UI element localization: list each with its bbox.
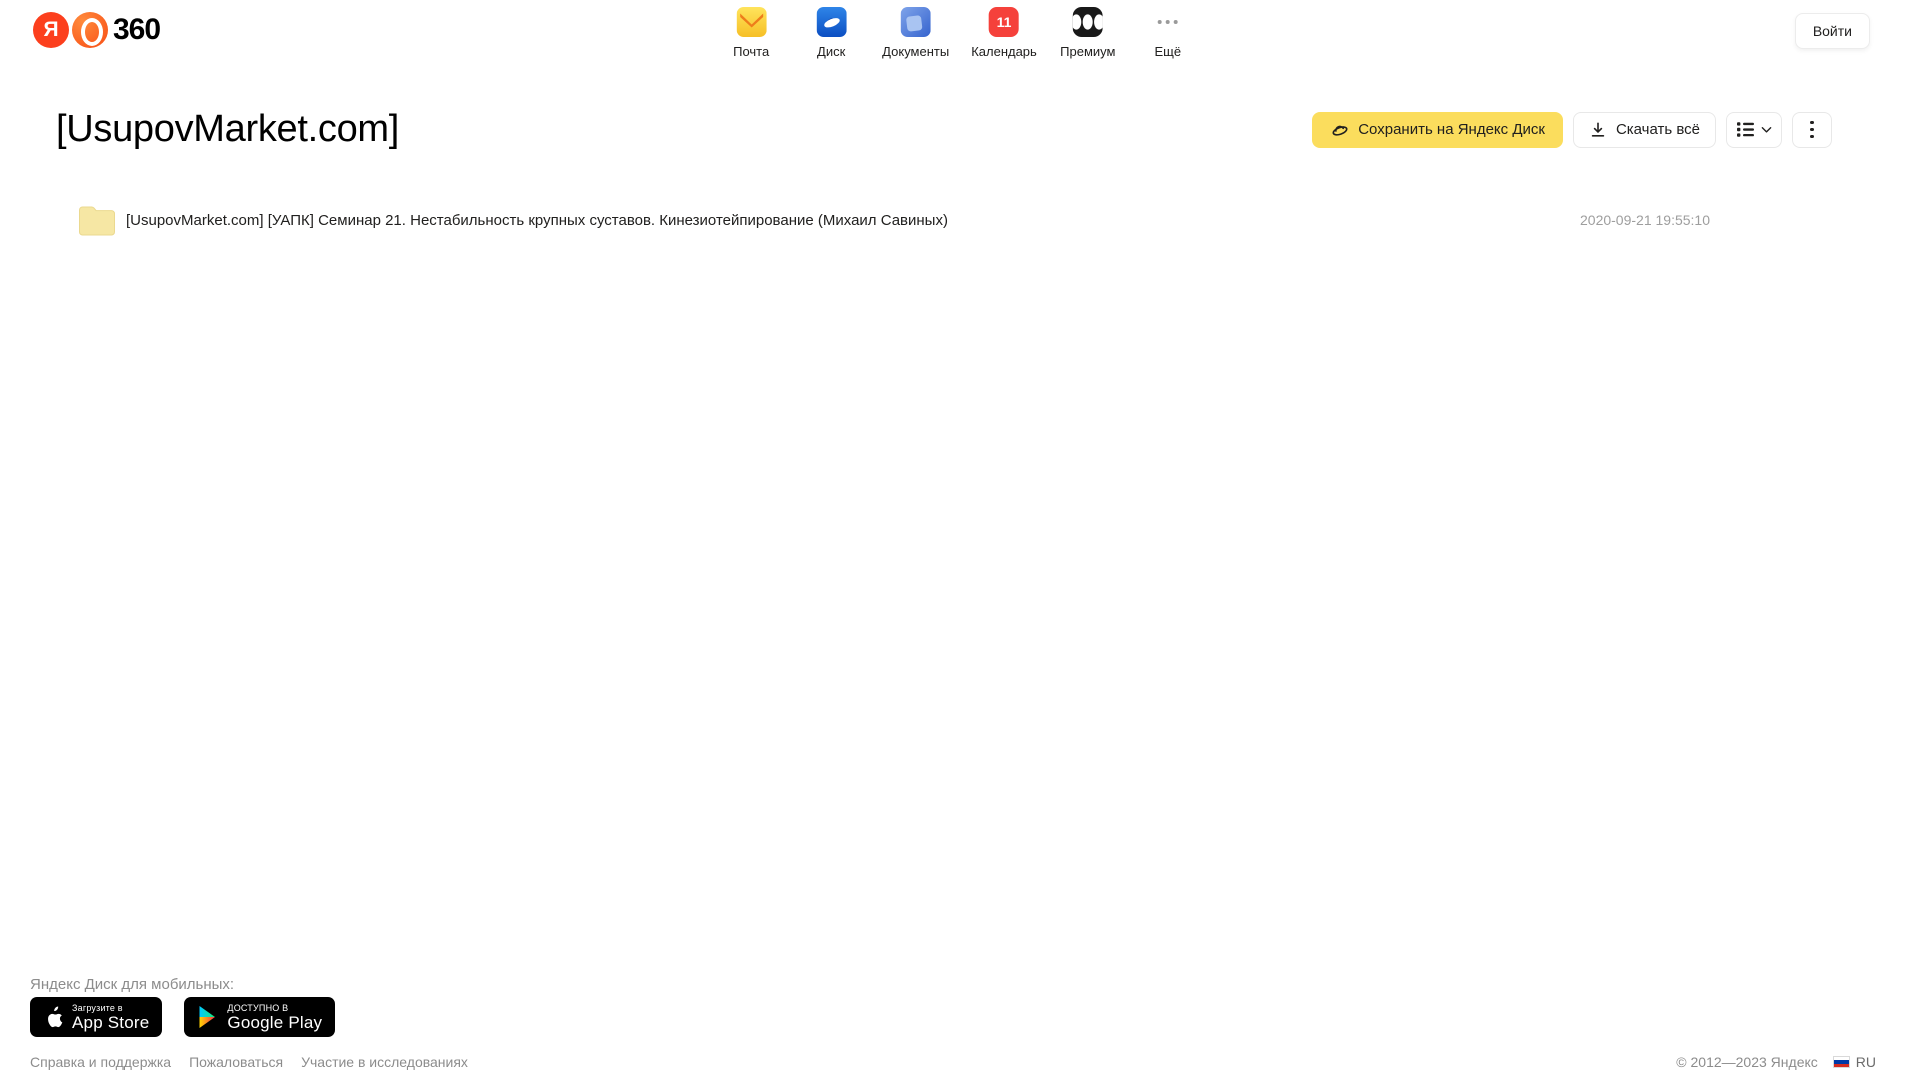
kebab-menu-icon bbox=[1810, 121, 1814, 139]
yandex-disk-public-page: Я 360 Почта bbox=[0, 0, 1919, 1079]
yandex-360-logo[interactable]: Я 360 bbox=[33, 12, 160, 48]
footer-links: Справка и поддержка Пожаловаться Участие… bbox=[30, 1054, 468, 1070]
download-icon bbox=[1589, 121, 1607, 139]
list-view-icon bbox=[1736, 121, 1755, 138]
nav-item-more[interactable]: Ещё bbox=[1139, 7, 1197, 59]
nav-label: Почта bbox=[733, 44, 769, 59]
mail-icon bbox=[736, 7, 766, 37]
nav-item-mail[interactable]: Почта bbox=[722, 7, 780, 59]
view-mode-button[interactable] bbox=[1726, 112, 1782, 148]
google-play-label: Google Play bbox=[227, 1013, 322, 1032]
download-all-button[interactable]: Скачать всё bbox=[1573, 112, 1716, 148]
chevron-down-icon bbox=[1761, 126, 1772, 134]
language-switcher[interactable]: RU bbox=[1833, 1054, 1876, 1070]
save-button-label: Сохранить на Яндекс Диск bbox=[1358, 121, 1545, 138]
nav-item-calendar[interactable]: 11 Календарь bbox=[971, 7, 1037, 59]
google-play-caption: ДОСТУПНО В bbox=[227, 1003, 322, 1013]
premium-icon bbox=[1073, 7, 1103, 37]
language-code: RU bbox=[1856, 1054, 1876, 1070]
logo-360-text: 360 bbox=[113, 13, 160, 47]
store-badges: Загрузите в App Store bbox=[30, 997, 335, 1037]
nav-item-documents[interactable]: Документы bbox=[882, 7, 949, 59]
save-to-disk-button[interactable]: Сохранить на Яндекс Диск bbox=[1312, 112, 1563, 148]
nav-label: Премиум bbox=[1060, 44, 1115, 59]
google-play-icon bbox=[197, 1005, 218, 1029]
services-nav: Почта bbox=[722, 7, 1197, 59]
copyright-area: © 2012—2023 Яндекс RU bbox=[1676, 1054, 1876, 1070]
yandex-logo-icon: Я bbox=[33, 12, 69, 48]
nav-item-premium[interactable]: Премиум bbox=[1059, 7, 1117, 59]
file-row[interactable]: [UsupovMarket.com] [УАПК] Семинар 21. Не… bbox=[0, 197, 1919, 243]
nav-item-disk[interactable]: Диск bbox=[802, 7, 860, 59]
page-title: [UsupovMarket.com] bbox=[56, 108, 399, 151]
folder-icon bbox=[77, 202, 117, 238]
download-button-label: Скачать всё bbox=[1616, 121, 1700, 138]
disk-icon bbox=[816, 7, 846, 37]
apple-logo-icon bbox=[43, 1005, 63, 1029]
nav-label: Ещё bbox=[1155, 44, 1182, 59]
more-actions-button[interactable] bbox=[1792, 112, 1832, 148]
app-store-label: App Store bbox=[72, 1013, 149, 1032]
title-row: [UsupovMarket.com] Сохранить на Яндекс Д… bbox=[56, 108, 1832, 151]
360-ring-icon bbox=[72, 12, 108, 48]
more-icon bbox=[1153, 7, 1183, 37]
file-name-link: [UsupovMarket.com] [УАПК] Семинар 21. Не… bbox=[126, 212, 1560, 229]
file-modified-date: 2020-09-21 19:55:10 bbox=[1580, 212, 1710, 228]
copyright-text: © 2012—2023 Яндекс bbox=[1676, 1054, 1817, 1070]
app-store-caption: Загрузите в bbox=[72, 1003, 149, 1013]
nav-label: Календарь bbox=[971, 44, 1037, 59]
nav-label: Документы bbox=[882, 44, 949, 59]
footer-link-research[interactable]: Участие в исследованиях bbox=[301, 1054, 468, 1070]
google-play-badge[interactable]: ДОСТУПНО В Google Play bbox=[184, 997, 335, 1037]
russia-flag-icon bbox=[1833, 1056, 1850, 1068]
documents-icon bbox=[901, 7, 931, 37]
actions-toolbar: Сохранить на Яндекс Диск Скачать всё bbox=[1312, 112, 1832, 148]
login-button[interactable]: Войти bbox=[1795, 13, 1870, 49]
disk-saucer-icon bbox=[1330, 120, 1349, 139]
mobile-apps-caption: Яндекс Диск для мобильных: bbox=[30, 976, 234, 993]
nav-label: Диск bbox=[817, 44, 845, 59]
calendar-day-badge: 11 bbox=[997, 14, 1012, 30]
header: Я 360 Почта bbox=[0, 0, 1919, 64]
calendar-icon: 11 bbox=[989, 7, 1019, 37]
app-store-badge[interactable]: Загрузите в App Store bbox=[30, 997, 162, 1037]
footer-link-report[interactable]: Пожаловаться bbox=[189, 1054, 283, 1070]
footer-link-support[interactable]: Справка и поддержка bbox=[30, 1054, 171, 1070]
